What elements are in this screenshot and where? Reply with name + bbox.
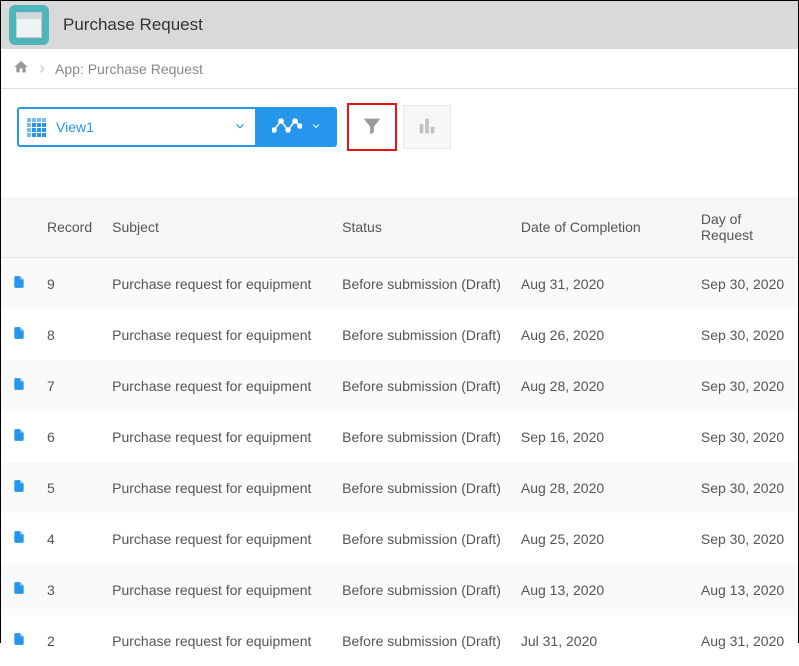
cell-status: Before submission (Draft)	[332, 360, 511, 411]
filter-button[interactable]	[347, 103, 397, 151]
toolbar: View1	[1, 89, 798, 165]
cell-record: 9	[37, 258, 102, 310]
cell-request: Sep 30, 2020	[691, 360, 798, 411]
table-row[interactable]: 3Purchase request for equipmentBefore su…	[1, 564, 798, 615]
row-icon-cell[interactable]	[1, 309, 37, 360]
chevron-down-icon	[233, 119, 247, 136]
records-table: Record Subject Status Date of Completion…	[1, 197, 798, 666]
chevron-right-icon: ›	[39, 58, 45, 79]
th-record[interactable]: Record	[37, 197, 102, 258]
line-graph-icon	[272, 116, 302, 139]
document-icon	[12, 328, 26, 344]
th-completion[interactable]: Date of Completion	[511, 197, 691, 258]
row-icon-cell[interactable]	[1, 360, 37, 411]
cell-status: Before submission (Draft)	[332, 513, 511, 564]
table-row[interactable]: 4Purchase request for equipmentBefore su…	[1, 513, 798, 564]
cell-record: 6	[37, 411, 102, 462]
home-icon[interactable]	[13, 59, 29, 78]
cell-record: 4	[37, 513, 102, 564]
cell-status: Before submission (Draft)	[332, 258, 511, 310]
cell-completion: Aug 28, 2020	[511, 360, 691, 411]
cell-subject: Purchase request for equipment	[102, 411, 332, 462]
chart-button[interactable]	[403, 105, 451, 149]
th-icon	[1, 197, 37, 258]
row-icon-cell[interactable]	[1, 258, 37, 310]
table-header-row: Record Subject Status Date of Completion…	[1, 197, 798, 258]
app-title: Purchase Request	[63, 15, 203, 35]
cell-subject: Purchase request for equipment	[102, 258, 332, 310]
document-icon	[12, 379, 26, 395]
cell-record: 3	[37, 564, 102, 615]
view-label: View1	[56, 119, 94, 135]
cell-request: Sep 30, 2020	[691, 258, 798, 310]
document-icon	[12, 430, 26, 446]
cell-status: Before submission (Draft)	[332, 615, 511, 666]
cell-completion: Aug 13, 2020	[511, 564, 691, 615]
document-icon	[12, 481, 26, 497]
cell-request: Aug 13, 2020	[691, 564, 798, 615]
table-row[interactable]: 2Purchase request for equipmentBefore su…	[1, 615, 798, 666]
cell-completion: Aug 28, 2020	[511, 462, 691, 513]
cell-request: Aug 31, 2020	[691, 615, 798, 666]
cell-status: Before submission (Draft)	[332, 411, 511, 462]
cell-record: 8	[37, 309, 102, 360]
table-row[interactable]: 9Purchase request for equipmentBefore su…	[1, 258, 798, 310]
cell-completion: Aug 25, 2020	[511, 513, 691, 564]
funnel-icon	[361, 115, 383, 140]
breadcrumb: › App: Purchase Request	[1, 49, 798, 89]
table-row[interactable]: 6Purchase request for equipmentBefore su…	[1, 411, 798, 462]
cell-completion: Jul 31, 2020	[511, 615, 691, 666]
app-icon	[9, 5, 49, 45]
cell-status: Before submission (Draft)	[332, 309, 511, 360]
cell-completion: Sep 16, 2020	[511, 411, 691, 462]
cell-subject: Purchase request for equipment	[102, 564, 332, 615]
cell-subject: Purchase request for equipment	[102, 309, 332, 360]
table-row[interactable]: 8Purchase request for equipmentBefore su…	[1, 309, 798, 360]
row-icon-cell[interactable]	[1, 513, 37, 564]
cell-completion: Aug 31, 2020	[511, 258, 691, 310]
document-icon	[12, 532, 26, 548]
cell-status: Before submission (Draft)	[332, 462, 511, 513]
th-request[interactable]: Day of Request	[691, 197, 798, 258]
cell-record: 2	[37, 615, 102, 666]
cell-subject: Purchase request for equipment	[102, 462, 332, 513]
cell-record: 7	[37, 360, 102, 411]
cell-subject: Purchase request for equipment	[102, 615, 332, 666]
cell-subject: Purchase request for equipment	[102, 513, 332, 564]
cell-record: 5	[37, 462, 102, 513]
document-icon	[12, 583, 26, 599]
cell-request: Sep 30, 2020	[691, 513, 798, 564]
breadcrumb-text[interactable]: App: Purchase Request	[55, 61, 203, 77]
cell-request: Sep 30, 2020	[691, 309, 798, 360]
cell-request: Sep 30, 2020	[691, 462, 798, 513]
row-icon-cell[interactable]	[1, 462, 37, 513]
table-row[interactable]: 7Purchase request for equipmentBefore su…	[1, 360, 798, 411]
cell-status: Before submission (Draft)	[332, 564, 511, 615]
row-icon-cell[interactable]	[1, 411, 37, 462]
document-icon	[12, 634, 26, 650]
app-header: Purchase Request	[1, 1, 798, 49]
row-icon-cell[interactable]	[1, 615, 37, 666]
th-subject[interactable]: Subject	[102, 197, 332, 258]
cell-completion: Aug 26, 2020	[511, 309, 691, 360]
graph-view-button[interactable]	[257, 107, 337, 147]
chevron-down-icon	[310, 119, 322, 135]
row-icon-cell[interactable]	[1, 564, 37, 615]
view-selector[interactable]: View1	[17, 107, 257, 147]
document-icon	[12, 277, 26, 293]
bar-chart-icon	[416, 115, 438, 140]
th-status[interactable]: Status	[332, 197, 511, 258]
cell-request: Sep 30, 2020	[691, 411, 798, 462]
table-row[interactable]: 5Purchase request for equipmentBefore su…	[1, 462, 798, 513]
grid-icon	[27, 118, 46, 137]
cell-subject: Purchase request for equipment	[102, 360, 332, 411]
